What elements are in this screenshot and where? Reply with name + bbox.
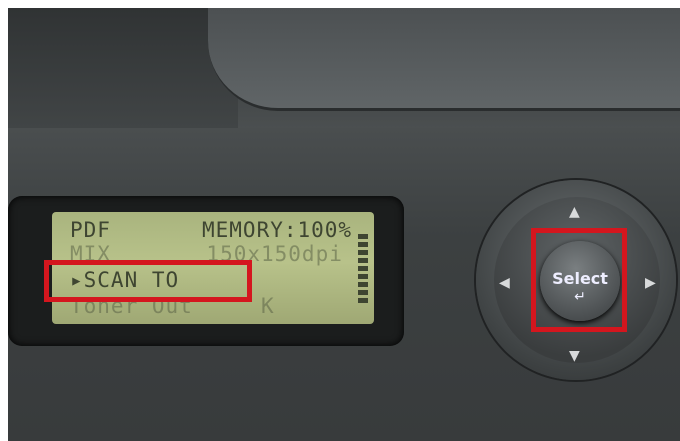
left-arrow-icon[interactable]: ◀ [499,275,510,291]
up-arrow-icon[interactable]: ▲ [569,204,580,220]
down-arrow-icon[interactable]: ▼ [569,348,580,364]
scan-to-highlight [44,260,252,302]
select-highlight [531,228,627,332]
lcd-line-1-right: MEMORY:100% [202,218,353,242]
lid-curve [208,8,680,111]
lid-shadow [8,8,238,148]
right-arrow-icon[interactable]: ▶ [645,275,656,291]
lcd-status-bars [358,234,368,306]
lcd-line-1-left: PDF [70,218,111,242]
